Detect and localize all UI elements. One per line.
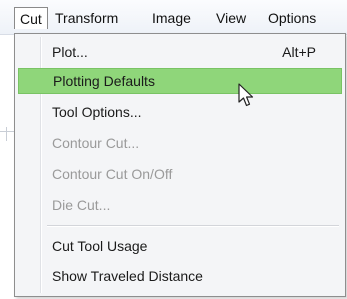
menu-transform[interactable]: Transform xyxy=(55,8,118,28)
menu-bar: Cut Transform Image View Options xyxy=(0,0,347,35)
menu-item-contour-cut: Contour Cut... xyxy=(18,130,342,156)
menu-item-cut-tool-usage[interactable]: Cut Tool Usage xyxy=(18,233,342,259)
menu-item-label: Tool Options... xyxy=(52,104,142,120)
menu-item-label: Contour Cut... xyxy=(52,135,140,151)
menu-item-shortcut: Alt+P xyxy=(282,44,316,60)
background-divider xyxy=(6,127,7,141)
menu-item-label: Plot... xyxy=(52,44,88,60)
cut-dropdown-menu: Plot... Alt+P Plotting Defaults Tool Opt… xyxy=(14,33,346,297)
menu-item-label: Cut Tool Usage xyxy=(52,238,148,254)
menu-item-label: Die Cut... xyxy=(52,197,111,213)
menu-item-label: Contour Cut On/Off xyxy=(52,166,173,182)
menu-item-show-traveled-distance[interactable]: Show Traveled Distance xyxy=(18,263,342,289)
menu-item-label: Plotting Defaults xyxy=(53,73,155,89)
menu-image[interactable]: Image xyxy=(152,8,191,28)
menu-view[interactable]: View xyxy=(216,8,246,28)
background-divider xyxy=(0,131,14,132)
arrow-pointer-icon xyxy=(238,83,254,107)
menu-item-contour-cut-toggle: Contour Cut On/Off xyxy=(18,161,342,187)
menu-separator xyxy=(47,225,339,227)
menu-item-die-cut: Die Cut... xyxy=(18,192,342,218)
menu-item-plot[interactable]: Plot... Alt+P xyxy=(18,39,342,65)
menu-item-tool-options[interactable]: Tool Options... xyxy=(18,99,342,125)
menu-item-label: Show Traveled Distance xyxy=(52,268,203,284)
menu-cut[interactable]: Cut xyxy=(14,7,48,29)
menu-options[interactable]: Options xyxy=(268,8,316,28)
menu-item-plotting-defaults[interactable]: Plotting Defaults xyxy=(18,68,342,94)
